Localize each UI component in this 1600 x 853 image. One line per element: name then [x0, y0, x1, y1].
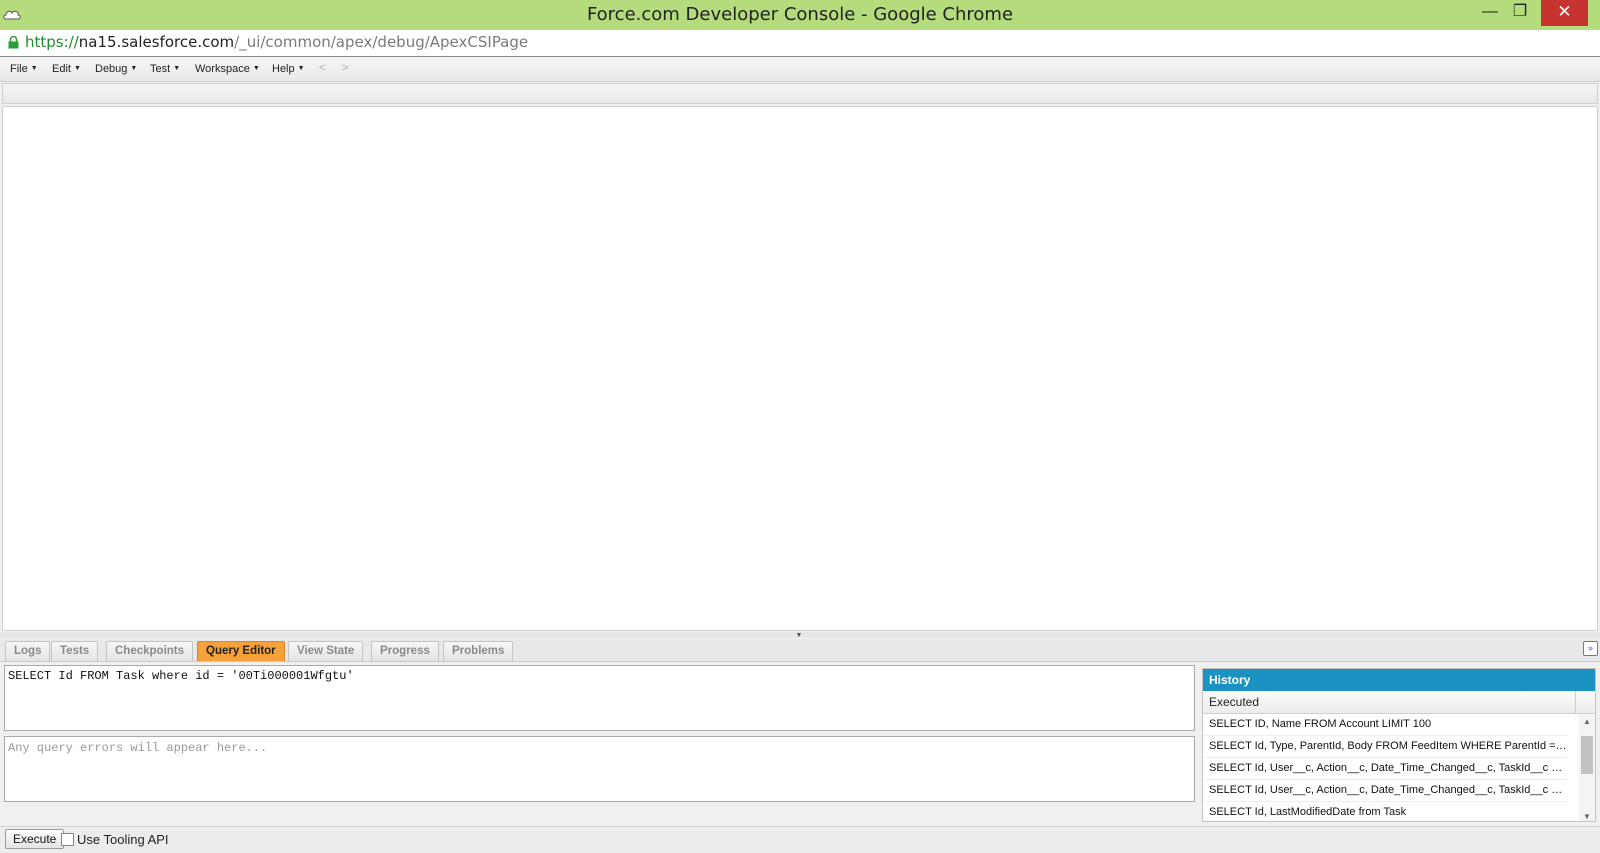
tooling-api-label[interactable]: Use Tooling API — [77, 832, 169, 847]
collapse-panel-icon[interactable]: » — [1583, 641, 1598, 656]
url-text[interactable]: https://na15.salesforce.com/_ui/common/a… — [25, 33, 528, 51]
menu-label: Workspace — [195, 63, 250, 75]
caret-down-icon: ▼ — [30, 65, 38, 72]
maximize-button[interactable]: ❐ — [1505, 0, 1535, 26]
menu-label: File — [10, 63, 28, 75]
history-scrollbar[interactable]: ▲ ▼ — [1579, 714, 1595, 821]
query-input[interactable]: SELECT Id FROM Task where id = '00Ti0000… — [4, 665, 1195, 731]
minimize-button[interactable]: — — [1475, 0, 1505, 26]
close-button[interactable]: ✕ — [1541, 0, 1588, 26]
caret-down-icon: ▼ — [252, 65, 260, 72]
history-row[interactable]: SELECT Id, User__c, Action__c, Date_Time… — [1203, 758, 1567, 780]
history-row[interactable]: SELECT Id, User__c, Action__c, Date_Time… — [1203, 780, 1567, 802]
caret-down-icon: ▼ — [173, 65, 181, 72]
tab-checkpoints[interactable]: Checkpoints — [106, 641, 194, 661]
history-column-header[interactable]: Executed — [1203, 691, 1595, 714]
forward-arrow-icon[interactable]: > — [342, 62, 348, 74]
history-panel: History Executed SELECT ID, Name FROM Ac… — [1202, 668, 1596, 822]
window-titlebar: Force.com Developer Console - Google Chr… — [0, 0, 1600, 30]
menu-label: Edit — [52, 63, 71, 75]
menu-label: Help — [272, 63, 295, 75]
caret-down-icon: ▼ — [130, 65, 138, 72]
menu-bar: File ▼ Edit ▼ Debug ▼ Test ▼ Workspace ▼ Help… — [0, 57, 1600, 82]
tab-problems[interactable]: Problems — [443, 641, 514, 661]
bottom-bar: Execute Use Tooling API — [0, 826, 1600, 853]
caret-down-icon: ▼ — [73, 65, 81, 72]
url-scheme: https:// — [25, 33, 79, 51]
lock-icon — [8, 36, 19, 49]
scroll-thumb[interactable] — [1581, 736, 1593, 774]
history-row[interactable]: SELECT ID, Name FROM Account LIMIT 100 — [1203, 714, 1567, 736]
menu-help[interactable]: Help ▼ — [272, 63, 305, 75]
caret-down-icon: ▼ — [297, 65, 305, 72]
history-title: History — [1203, 669, 1595, 691]
menu-debug[interactable]: Debug ▼ — [95, 63, 137, 75]
history-column-label: Executed — [1209, 695, 1260, 709]
url-path: /_ui/common/apex/debug/ApexCSIPage — [234, 33, 529, 51]
tab-tests[interactable]: Tests — [51, 641, 99, 661]
query-errors-field: Any query errors will appear here... — [4, 736, 1195, 802]
menu-file[interactable]: File ▼ — [10, 63, 38, 75]
menu-edit[interactable]: Edit ▼ — [52, 63, 81, 75]
execute-button[interactable]: Execute — [5, 829, 65, 849]
address-bar[interactable]: https://na15.salesforce.com/_ui/common/a… — [0, 30, 1600, 57]
menu-workspace[interactable]: Workspace ▼ — [195, 63, 260, 75]
history-row[interactable]: SELECT Id, Type, ParentId, Body FROM Fee… — [1203, 736, 1567, 758]
tab-query-editor[interactable]: Query Editor — [197, 641, 285, 661]
tab-logs[interactable]: Logs — [5, 641, 51, 661]
tooling-api-checkbox[interactable] — [61, 833, 74, 846]
scroll-up-icon[interactable]: ▲ — [1579, 717, 1595, 726]
column-divider — [1575, 691, 1576, 713]
window-title: Force.com Developer Console - Google Chr… — [586, 4, 1014, 25]
editor-tab-strip — [2, 83, 1598, 104]
back-arrow-icon[interactable]: < — [319, 62, 325, 74]
bottom-tab-strip: Logs Tests Checkpoints Query Editor View… — [0, 639, 1600, 662]
url-host: na15.salesforce.com — [78, 33, 235, 51]
scroll-down-icon[interactable]: ▼ — [1579, 812, 1595, 821]
tab-progress[interactable]: Progress — [371, 641, 439, 661]
history-row[interactable]: SELECT Id, LastModifiedDate from Task — [1203, 802, 1567, 821]
menu-label: Test — [150, 63, 171, 75]
menu-test[interactable]: Test ▼ — [150, 63, 180, 75]
menu-label: Debug — [95, 63, 128, 75]
editor-area[interactable] — [2, 106, 1598, 631]
tab-view-state[interactable]: View State — [288, 641, 364, 661]
